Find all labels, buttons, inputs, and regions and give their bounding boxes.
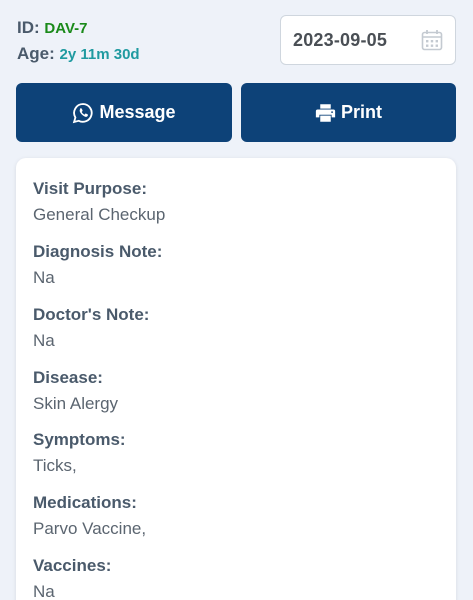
print-button-label: Print — [340, 102, 382, 122]
field-medications: Medications: Parvo Vaccine, — [33, 492, 146, 542]
patient-age-value: 2y 11m 30d — [59, 46, 140, 63]
patient-age-row: Age: 2y 11m 30d — [17, 44, 140, 70]
field-label: Visit Purpose: — [33, 179, 147, 198]
field-value: General Checkup — [33, 205, 166, 224]
date-value: 2023-09-05 — [293, 29, 388, 50]
field-label: Medications: — [33, 493, 137, 512]
print-button[interactable]: Print — [241, 83, 456, 142]
field-value: Parvo Vaccine, — [33, 519, 147, 538]
field-visit-purpose: Visit Purpose: General Checkup — [33, 178, 165, 228]
message-button[interactable]: Message — [16, 83, 232, 142]
printer-icon — [315, 103, 336, 122]
field-diagnosis-note: Diagnosis Note: Na — [33, 241, 162, 291]
visit-record-card: Visit Purpose: General Checkup Diagnosis… — [16, 158, 456, 600]
field-value: Na — [33, 268, 55, 287]
patient-age-label: Age: — [17, 44, 55, 63]
patient-id-row: ID: DAV-7 — [17, 18, 140, 44]
field-symptoms: Symptoms: Ticks, — [33, 429, 126, 479]
patient-id-value: DAV-7 — [44, 20, 88, 37]
calendar-icon[interactable] — [421, 29, 443, 51]
date-picker-input[interactable]: 2023-09-05 — [280, 15, 456, 65]
field-value: Na — [33, 582, 55, 600]
message-button-label: Message — [99, 102, 176, 122]
field-value: Skin Alergy — [33, 394, 119, 413]
field-value: Ticks, — [33, 456, 77, 475]
field-value: Na — [33, 331, 55, 350]
field-label: Symptoms: — [33, 430, 126, 449]
patient-info: ID: DAV-7 Age: 2y 11m 30d — [17, 18, 140, 70]
field-doctors-note: Doctor's Note: Na — [33, 304, 149, 354]
field-label: Disease: — [33, 368, 103, 387]
field-label: Vaccines: — [33, 556, 112, 575]
patient-id-label: ID: — [17, 18, 40, 37]
field-disease: Disease: Skin Alergy — [33, 367, 118, 417]
field-label: Diagnosis Note: — [33, 242, 163, 261]
whatsapp-icon — [73, 102, 94, 123]
field-vaccines: Vaccines: Na — [33, 555, 111, 600]
field-label: Doctor's Note: — [33, 305, 150, 324]
